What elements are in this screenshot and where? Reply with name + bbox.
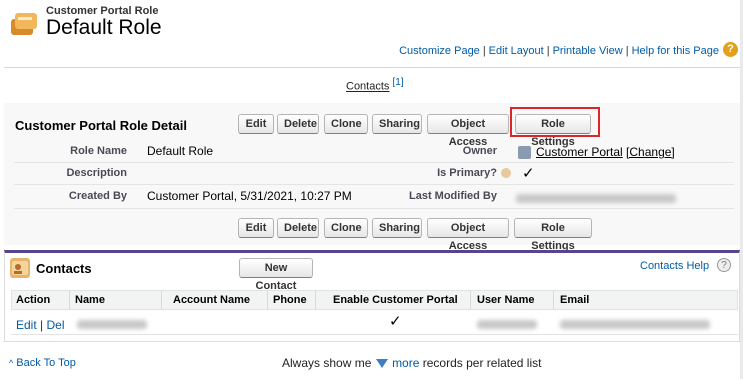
created-by-label: Created By [68, 190, 127, 202]
row-delete-link[interactable]: Del [47, 318, 65, 332]
col-separator [161, 290, 162, 310]
user-name-redacted [477, 320, 537, 329]
records-per-text: records per related list [422, 356, 542, 370]
contact-name-redacted[interactable] [77, 320, 147, 329]
role-name-value: Default Role [147, 144, 214, 158]
help-icon[interactable]: ? [723, 42, 738, 57]
col-separator [69, 290, 70, 310]
detail-title: Customer Portal Role Detail [15, 118, 187, 133]
col-phone: Phone [273, 294, 307, 306]
object-access-button[interactable]: Object Access [427, 218, 509, 252]
role-name-label: Role Name [70, 145, 127, 157]
question-icon[interactable]: ? [717, 258, 731, 272]
separator: | [482, 45, 486, 57]
col-email: Email [560, 294, 590, 306]
contacts-related-link[interactable]: Contacts [346, 81, 389, 93]
col-separator [553, 290, 554, 310]
is-primary-label: Is Primary? [437, 167, 497, 179]
customize-page-link[interactable]: Customize Page [399, 45, 480, 57]
col-separator [267, 290, 268, 310]
row-edit-link[interactable]: Edit [16, 318, 37, 332]
chevron-up-icon: ^ [9, 358, 14, 368]
printable-view-link[interactable]: Printable View [553, 45, 623, 57]
last-modified-label: Last Modified By [408, 190, 497, 202]
top-links: Customize Page | Edit Layout | Printable Vie… [399, 45, 719, 57]
clone-button[interactable]: Clone [324, 218, 368, 238]
separator: | [546, 45, 550, 57]
email-redacted [560, 320, 710, 329]
contacts-help-link[interactable]: Contacts Help [640, 260, 709, 272]
row-actions: Edit | Del [16, 318, 65, 332]
sharing-button[interactable]: Sharing [372, 114, 422, 134]
owner-value: Customer Portal [Change] [536, 145, 675, 159]
col-separator [470, 290, 471, 310]
triangle-down-icon[interactable] [375, 359, 388, 369]
help-page-link[interactable]: Help for this Page [632, 45, 719, 57]
more-link[interactable]: more [392, 356, 419, 370]
separator: | [40, 318, 44, 332]
edit-button[interactable]: Edit [238, 114, 274, 134]
info-icon [501, 168, 511, 178]
edit-layout-link[interactable]: Edit Layout [489, 45, 544, 57]
page-title: Default Role [46, 16, 162, 39]
show-more-bar: Always show me more records per related … [282, 356, 541, 370]
created-by-value: Customer Portal, 5/31/2021, 10:27 PM [147, 189, 352, 203]
sharing-button[interactable]: Sharing [372, 218, 422, 238]
col-enable-portal: Enable Customer Portal [333, 294, 458, 306]
role-icon [9, 7, 41, 39]
col-separator [315, 290, 316, 310]
row-divider [14, 162, 734, 163]
delete-button[interactable]: Delete [277, 114, 319, 134]
role-settings-button[interactable]: Role Settings [515, 114, 591, 148]
role-settings-button[interactable]: Role Settings [514, 218, 592, 252]
description-label: Description [66, 167, 127, 179]
col-name: Name [75, 294, 105, 306]
is-primary-check: ✓ [522, 165, 535, 182]
edit-button[interactable]: Edit [238, 218, 274, 238]
user-icon [518, 146, 531, 159]
new-contact-button[interactable]: New Contact [239, 258, 313, 292]
owner-change-link[interactable]: [Change] [626, 145, 675, 159]
last-modified-value-redacted [516, 194, 676, 203]
enable-portal-check: ✓ [389, 313, 402, 330]
object-access-button[interactable]: Object Access [427, 114, 509, 148]
contacts-title: Contacts [36, 261, 92, 276]
always-show-text: Always show me [282, 356, 372, 370]
col-action: Action [16, 294, 51, 306]
owner-label: Owner [462, 145, 497, 157]
owner-link[interactable]: Customer Portal [536, 145, 623, 159]
related-list-link[interactable]: Contacts [1] [346, 77, 404, 93]
separator: | [625, 45, 629, 57]
col-account-name: Account Name [173, 294, 251, 306]
col-user-name: User Name [477, 294, 535, 306]
contacts-count: [1] [392, 77, 404, 88]
back-to-top-link[interactable]: Back To Top [16, 357, 76, 369]
row-divider [14, 184, 734, 185]
divider [4, 67, 740, 68]
contacts-icon [10, 258, 30, 278]
row-divider [14, 208, 734, 209]
back-to-top[interactable]: ^ Back To Top [9, 357, 76, 369]
clone-button[interactable]: Clone [324, 114, 368, 134]
delete-button[interactable]: Delete [277, 218, 319, 238]
